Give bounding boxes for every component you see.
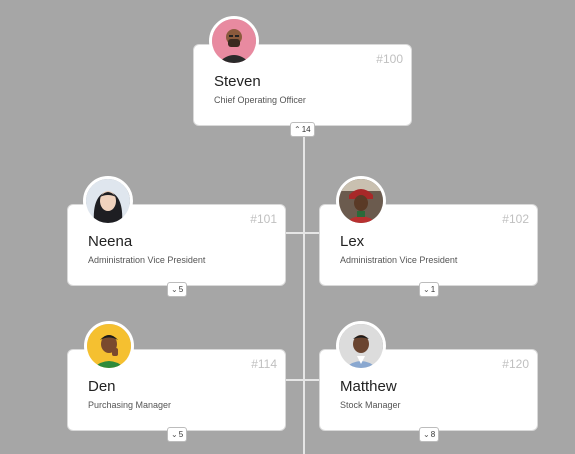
node-title: Chief Operating Officer [214,95,306,105]
node-title: Administration Vice President [88,255,206,265]
node-title: Stock Manager [340,400,401,410]
subordinate-count: 5 [178,285,184,294]
subordinate-count: 14 [301,125,311,134]
collapse-toggle-steven[interactable]: ⌃ 14 [290,122,315,137]
node-title: Administration Vice President [340,255,458,265]
expand-toggle-lex[interactable]: ⌄ 1 [419,282,440,297]
avatar-den[interactable] [84,321,134,371]
node-name: Neena [88,233,133,250]
avatar-image [87,324,131,368]
node-name: Steven [214,73,261,90]
chevron-down-icon: ⌄ [171,430,178,439]
connector-horizontal-2 [286,379,320,381]
chevron-down-icon: ⌄ [171,285,178,294]
subordinate-count: 8 [430,430,436,439]
avatar-image [86,179,130,223]
expand-toggle-den[interactable]: ⌄ 5 [167,427,188,442]
avatar-image [212,19,256,63]
node-id: #114 [251,357,277,371]
node-name: Matthew [340,378,397,395]
subordinate-count: 1 [430,285,436,294]
node-id: #102 [502,212,529,226]
node-id: #101 [250,212,277,226]
node-id: #120 [502,357,529,371]
expand-toggle-matthew[interactable]: ⌄ 8 [419,427,440,442]
chevron-up-icon: ⌃ [294,125,301,134]
avatar-lex[interactable] [336,176,386,226]
node-name: Lex [340,233,365,250]
node-name: Den [88,378,116,395]
chevron-down-icon: ⌄ [423,430,430,439]
connector-horizontal-1 [286,232,320,234]
node-id: #100 [376,52,403,66]
avatar-matthew[interactable] [336,321,386,371]
avatar-image [339,324,383,368]
avatar-neena[interactable] [83,176,133,226]
expand-toggle-neena[interactable]: ⌄ 5 [167,282,188,297]
chevron-down-icon: ⌄ [423,285,430,294]
node-title: Purchasing Manager [88,400,172,410]
avatar-steven[interactable] [209,16,259,66]
avatar-image [339,179,383,223]
connector-vertical [303,136,305,454]
subordinate-count: 5 [178,430,184,439]
